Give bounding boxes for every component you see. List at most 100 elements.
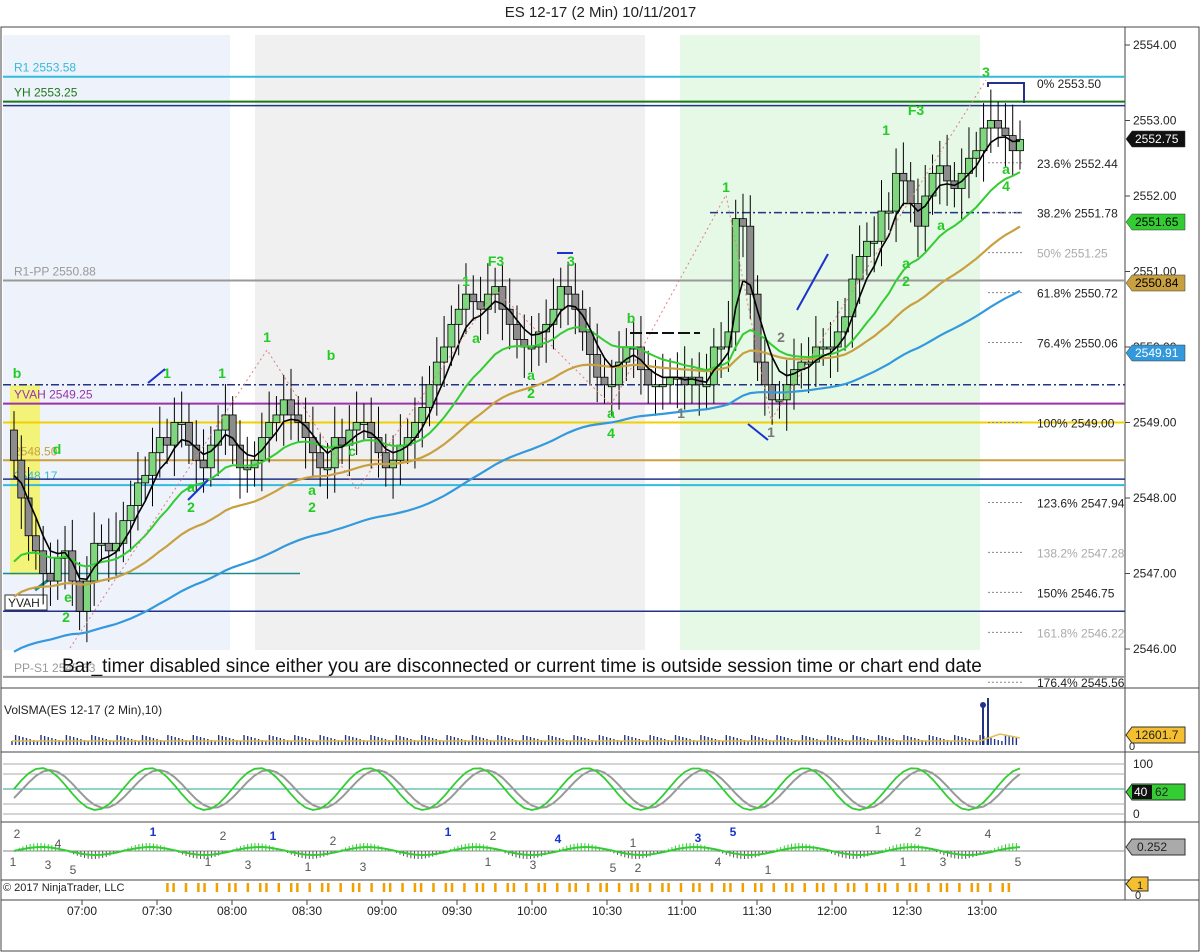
candle-body (702, 384, 711, 388)
momentum-count-label: 3 (940, 855, 947, 869)
candle-body (666, 376, 674, 386)
candle-body (527, 346, 536, 350)
volume-panel-title: VolSMA(ES 12-17 (2 Min),10) (4, 703, 162, 717)
candle-body (819, 346, 828, 350)
candle-body (440, 346, 449, 363)
momentum-count-label: 5 (730, 825, 737, 839)
wave-label: a (902, 255, 910, 271)
momentum-count-label: 3 (360, 860, 367, 874)
timing-mark (228, 883, 231, 892)
candle-body (491, 286, 500, 295)
candle-body (199, 459, 208, 469)
timing-mark (945, 883, 949, 892)
candle-body (418, 406, 427, 423)
timing-mark (1007, 883, 1011, 892)
momentum-count-label: 3 (45, 858, 52, 872)
momentum-count-label: 1 (630, 836, 637, 850)
candle-body (731, 218, 740, 333)
candle-body (126, 505, 135, 522)
candle-body (564, 286, 572, 295)
time-tick-label: 08:30 (292, 904, 322, 918)
candle-body (921, 195, 930, 227)
timing-mark (419, 883, 423, 892)
wave-label: a (607, 405, 615, 421)
fib-label: 123.6% 2547.94 (1037, 497, 1125, 511)
fib-label: 150% 2546.75 (1037, 586, 1115, 600)
momentum-count-label: 1 (875, 823, 882, 837)
wave-label: 1 (882, 122, 890, 138)
candle-body (272, 414, 281, 423)
chart-canvas[interactable]: 2546.002547.002548.002549.002550.002551.… (0, 0, 1201, 952)
candle-body (381, 452, 390, 469)
timing-mark (184, 883, 188, 892)
momentum-count-label: 1 (270, 829, 277, 843)
timing-mark (834, 883, 837, 892)
wave-label: d (53, 441, 62, 457)
timing-mark (339, 883, 342, 892)
candle-body (10, 429, 18, 461)
timing-mark (494, 883, 497, 892)
wave-label-gray: 1 (677, 405, 685, 421)
candle-body (177, 422, 186, 425)
wave-label: F3 (908, 102, 925, 118)
wave-label: 1 (263, 329, 271, 345)
timing-mark (258, 883, 262, 892)
price-tick-label: 2552.00 (1133, 189, 1177, 203)
price-tick-label: 2548.00 (1133, 491, 1177, 505)
candle-body (972, 150, 981, 159)
momentum-count-label: 5 (1015, 855, 1022, 869)
candle-body (739, 218, 747, 227)
timing-mark (432, 883, 435, 892)
fib-label: 0% 2553.50 (1037, 77, 1101, 91)
timing-mark (401, 883, 404, 892)
wave-label-gray: 2 (777, 329, 785, 345)
timing-mark (970, 883, 974, 892)
candle-body (163, 437, 171, 446)
fib-label: 61.8% 2550.72 (1037, 287, 1118, 301)
candle-body (134, 482, 142, 506)
volume-sma-line (12, 733, 1021, 742)
price-tag-label: 2550.84 (1135, 276, 1179, 290)
timing-mark (568, 883, 571, 892)
chart-window: ES 12-17 (2 Min) 10/11/2017 2546.00 2547.… (0, 0, 1201, 952)
momentum-count-label: 5 (610, 861, 617, 875)
wave-label: b (627, 310, 636, 326)
copyright-label: © 2017 NinjaTrader, LLC (3, 882, 125, 894)
candle-body (906, 180, 915, 204)
time-tick-label: 07:30 (142, 904, 172, 918)
timing-mark (444, 883, 448, 892)
stochastic-tag-label: 40 (1134, 785, 1148, 799)
timing-mark (308, 883, 311, 892)
timing-mark (989, 883, 992, 892)
wave-label: 2 (187, 499, 195, 515)
yvah-box-label: YVAH (8, 596, 40, 610)
candle-body (986, 120, 995, 129)
fib-label: 176.4% 2545.56 (1037, 676, 1125, 690)
wave-label: 1 (163, 365, 171, 381)
fib-label: 138.2% 2547.28 (1037, 546, 1125, 560)
timing-mark (277, 883, 281, 892)
candle-body (469, 293, 478, 303)
candle-body (104, 542, 113, 552)
candle-body (155, 437, 164, 454)
time-tick-label: 09:30 (442, 904, 472, 918)
candle-body (943, 165, 952, 182)
timing-mark (296, 883, 299, 892)
price-tick-label: 2546.00 (1133, 642, 1177, 656)
wave-label: a (1002, 161, 1010, 177)
time-tick-label: 10:00 (517, 904, 547, 918)
momentum-tag-label: 0.252 (1137, 840, 1167, 854)
candle-body (556, 286, 565, 310)
momentum-count-label: 1 (765, 863, 772, 877)
timing-mark (525, 883, 528, 892)
candle-body (170, 422, 179, 446)
momentum-count-label: 1 (305, 860, 312, 874)
timing-mark (481, 883, 485, 892)
candle-body (425, 384, 434, 408)
fib-label: 23.6% 2552.44 (1037, 157, 1118, 171)
candle-body (360, 422, 368, 425)
volume-spike-dot (980, 702, 986, 708)
candle-body (935, 165, 944, 174)
time-tick-label: 13:00 (967, 904, 997, 918)
timing-mark (741, 883, 745, 892)
